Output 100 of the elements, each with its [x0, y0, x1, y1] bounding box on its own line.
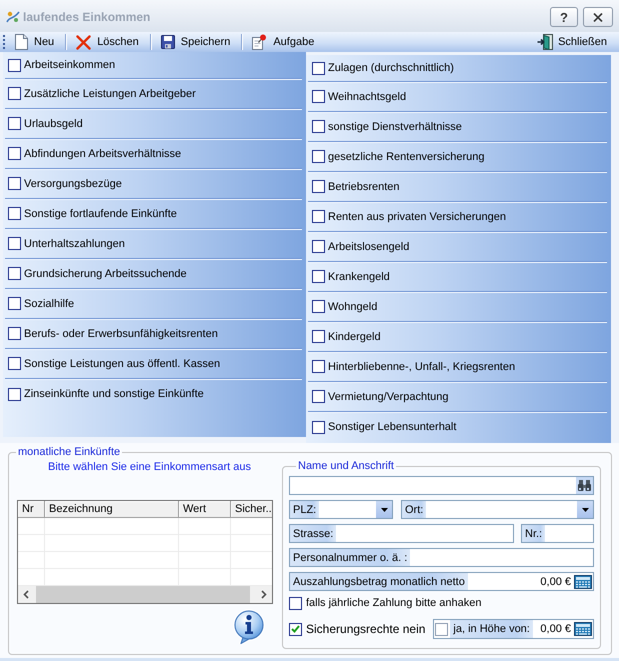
street-field[interactable]: Strasse: — [289, 524, 514, 543]
checkbox-label: Arbeitslosengeld — [328, 240, 410, 252]
checkbox-label: Abfindungen Arbeitsverhältnisse — [24, 148, 182, 160]
personnel-number-field[interactable]: Personalnummer o. ä. : — [289, 548, 594, 567]
checkbox[interactable] — [435, 622, 448, 636]
calculator-icon[interactable] — [574, 622, 592, 636]
checkbox-label: Hinterbliebenne-, Unfall-, Kriegsrenten — [328, 360, 516, 372]
table-cell — [18, 535, 45, 552]
checkbox[interactable] — [8, 297, 21, 310]
checkbox[interactable] — [312, 300, 325, 313]
checkbox[interactable] — [8, 87, 21, 100]
caret-icon — [380, 508, 388, 512]
checkbox[interactable] — [312, 180, 325, 193]
checkbox-label: Unterhaltszahlungen — [24, 238, 125, 250]
checkbox[interactable] — [312, 240, 325, 253]
checkbox[interactable] — [312, 360, 325, 373]
house-number-field[interactable]: Nr.: — [521, 524, 594, 543]
checkbox[interactable] — [312, 150, 325, 163]
checkbox-label: Zusätzliche Leistungen Arbeitgeber — [24, 88, 196, 100]
checkbox[interactable] — [8, 327, 21, 340]
checkbox-label: Renten aus privaten Versicherungen — [328, 210, 506, 222]
checkbox[interactable] — [8, 207, 21, 220]
checkbox-label: Weihnachtsgeld — [328, 90, 406, 102]
calculator-icon[interactable] — [574, 574, 592, 588]
checkbox[interactable] — [8, 147, 21, 160]
field-label: PLZ: — [290, 501, 320, 518]
checkbox-label: Betriebsrenten — [328, 180, 400, 192]
checkbox-label: Wohngeld — [328, 300, 378, 312]
checkbox[interactable] — [312, 390, 325, 403]
help-button[interactable]: ? — [550, 7, 578, 27]
field-label: Ort: — [402, 501, 426, 518]
column-header[interactable]: Nr — [18, 501, 45, 518]
group-title: Name und Anschrift — [297, 460, 395, 473]
checkbox-label: Berufs- oder Erwerbsunfähigkeitsrenten — [24, 328, 218, 340]
field-label: ja, in Höhe von: — [450, 620, 533, 638]
window-title: laufendes Einkommen — [23, 10, 150, 24]
save-button[interactable]: Speichern — [150, 32, 242, 52]
field-label: Personalnummer o. ä. : — [290, 549, 410, 566]
document-icon — [15, 34, 28, 50]
checkbox[interactable] — [8, 388, 21, 400]
exit-door-icon — [537, 34, 554, 50]
table-cell — [18, 518, 45, 535]
checkbox[interactable] — [8, 267, 21, 280]
hint-text: Bitte wählen Sie eine Einkommensart aus — [48, 461, 252, 474]
task-button[interactable]: Aufgabe — [242, 32, 326, 52]
checkbox-label: gesetzliche Rentenversicherung — [328, 150, 485, 162]
checkbox-label: Sozialhilfe — [24, 298, 74, 310]
checkbox-label: Vermietung/Verpachtung — [328, 390, 448, 402]
column-header[interactable]: Bezeichnung — [45, 501, 179, 518]
checkbox[interactable] — [312, 270, 325, 283]
table-cell — [18, 552, 45, 569]
checkbox-label: Grundsicherung Arbeitssuchende — [24, 268, 187, 280]
checkbox[interactable] — [289, 622, 302, 636]
grip-icon[interactable] — [3, 34, 6, 50]
checkbox[interactable] — [8, 177, 21, 190]
column-header[interactable]: Wert — [179, 501, 231, 518]
checkbox[interactable] — [312, 90, 325, 103]
field-label: Auszahlungsbetrag monatlich netto — [290, 573, 468, 590]
checkbox-label: Versorgungsbezüge — [24, 178, 122, 190]
checkbox[interactable] — [289, 596, 302, 610]
checkbox[interactable] — [312, 210, 325, 223]
caret-icon — [582, 508, 588, 512]
checkbox-label: Sonstige fortlaufende Einkünfte — [24, 208, 177, 220]
pinned-note-icon — [252, 34, 268, 50]
postcode-dropdown[interactable]: PLZ: — [289, 500, 393, 519]
net-payout-field[interactable]: Auszahlungsbetrag monatlich netto 0,00 € — [289, 572, 594, 591]
checkbox-label: Urlaubsgeld — [24, 118, 83, 130]
checkbox[interactable] — [8, 117, 21, 130]
checkbox-label: sonstige Dienstverhältnisse — [328, 120, 462, 132]
checkbox[interactable] — [312, 330, 325, 343]
delete-button[interactable]: Löschen — [66, 32, 150, 52]
checkbox-label: falls jährliche Zahlung bitte anhaken — [306, 597, 482, 609]
checkbox-label: Krankengeld — [328, 270, 390, 282]
checkbox[interactable] — [312, 120, 325, 133]
amount-value: 0,00 € — [540, 622, 572, 637]
group-title: monatliche Einkünfte — [17, 446, 122, 459]
checkbox-label: Kindergeld — [328, 330, 381, 342]
dropdown-button[interactable] — [577, 501, 593, 518]
app-icon — [6, 10, 20, 24]
checkbox[interactable] — [312, 420, 325, 434]
new-button[interactable]: Neu — [6, 32, 66, 52]
info-icon[interactable] — [232, 610, 266, 644]
binoculars-icon[interactable] — [576, 477, 593, 494]
checkbox[interactable] — [312, 62, 325, 74]
cross-icon — [76, 34, 92, 50]
checkbox-label: Sonstige Leistungen aus öffentl. Kassen — [24, 358, 220, 370]
close-button[interactable] — [583, 7, 613, 27]
dropdown-button[interactable] — [376, 501, 392, 518]
column-header[interactable]: Sicher.. — [231, 501, 272, 518]
amount-value: 0,00 € — [540, 574, 572, 590]
checkbox[interactable] — [8, 58, 21, 72]
checkbox[interactable] — [8, 237, 21, 250]
close-window-button[interactable]: Schließen — [527, 32, 619, 52]
search-field[interactable] — [289, 476, 594, 495]
checkbox[interactable] — [8, 357, 21, 370]
checkbox-label: Zinseinkünfte und sonstige Einkünfte — [24, 388, 204, 400]
security-amount-field[interactable]: ja, in Höhe von: 0,00 € — [433, 619, 594, 639]
checkmark-icon — [291, 625, 300, 633]
scrollbar-thumb[interactable] — [36, 586, 250, 603]
city-dropdown[interactable]: Ort: — [401, 500, 594, 519]
